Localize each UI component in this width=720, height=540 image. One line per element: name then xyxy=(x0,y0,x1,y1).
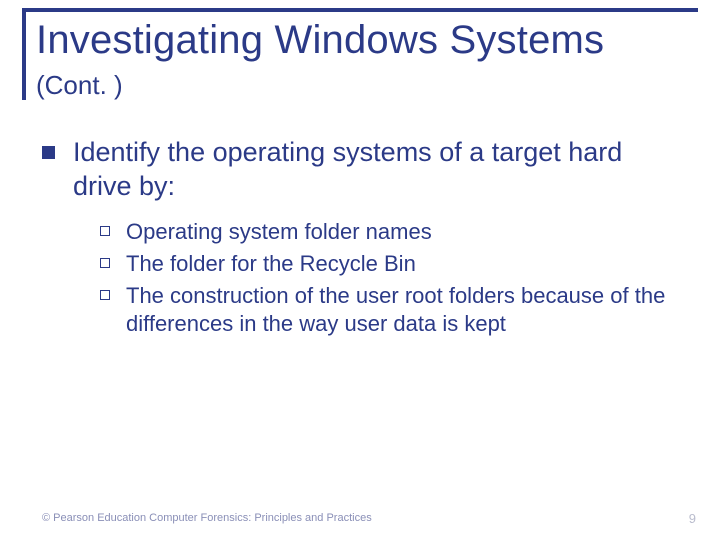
page-number: 9 xyxy=(689,511,696,526)
bullet-level2: Operating system folder names xyxy=(100,218,682,246)
content-area: Identify the operating systems of a targ… xyxy=(42,136,682,342)
sub-bullet-group: Operating system folder names The folder… xyxy=(100,218,682,339)
bullet-level2-text: Operating system folder names xyxy=(126,218,432,246)
slide-subtitle: (Cont. ) xyxy=(36,70,123,101)
bullet-level1-text: Identify the operating systems of a targ… xyxy=(73,136,682,204)
slide-title: Investigating Windows Systems xyxy=(36,18,604,63)
bullet-level1: Identify the operating systems of a targ… xyxy=(42,136,682,204)
bullet-level2-text: The folder for the Recycle Bin xyxy=(126,250,416,278)
bullet-level2: The folder for the Recycle Bin xyxy=(100,250,682,278)
square-outline-icon xyxy=(100,290,110,300)
square-outline-icon xyxy=(100,258,110,268)
square-bullet-icon xyxy=(42,146,55,159)
header-rule-top xyxy=(22,8,698,12)
footer-copyright: © Pearson Education Computer Forensics: … xyxy=(42,512,372,524)
bullet-level2: The construction of the user root folder… xyxy=(100,282,682,338)
bullet-level2-text: The construction of the user root folder… xyxy=(126,282,682,338)
square-outline-icon xyxy=(100,226,110,236)
header-rule-left xyxy=(22,8,26,100)
